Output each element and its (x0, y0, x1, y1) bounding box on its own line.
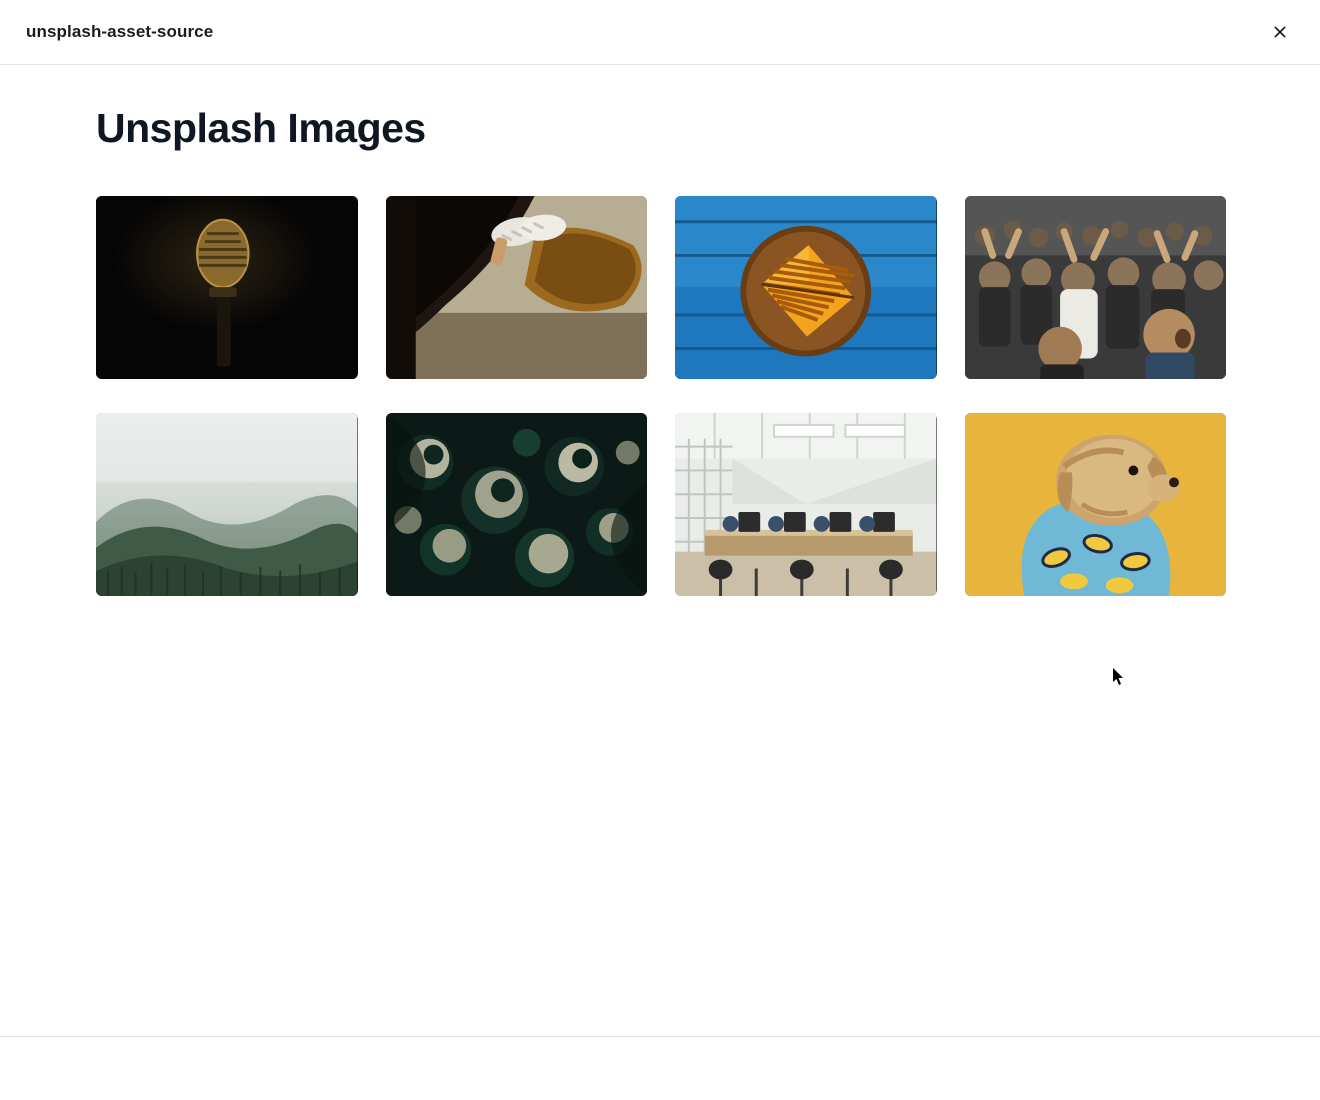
image-grid (96, 196, 1226, 596)
image-thumbnail[interactable] (965, 196, 1227, 379)
image-thumbnail[interactable] (386, 413, 648, 596)
modal-footer (0, 1036, 1320, 1100)
image-thumbnail[interactable] (96, 413, 358, 596)
image-thumbnail[interactable] (675, 413, 937, 596)
asset-source-modal: unsplash-asset-source Unsplash Images (0, 0, 1320, 1100)
close-button[interactable] (1266, 18, 1294, 46)
modal-body: Unsplash Images (0, 65, 1320, 1036)
modal-title: unsplash-asset-source (26, 22, 213, 42)
image-thumbnail[interactable] (386, 196, 648, 379)
image-thumbnail[interactable] (675, 196, 937, 379)
modal-header: unsplash-asset-source (0, 0, 1320, 65)
content: Unsplash Images (96, 105, 1226, 596)
image-thumbnail[interactable] (96, 196, 358, 379)
image-thumbnail[interactable] (965, 413, 1227, 596)
close-icon (1270, 22, 1290, 42)
page-title: Unsplash Images (96, 105, 1226, 152)
